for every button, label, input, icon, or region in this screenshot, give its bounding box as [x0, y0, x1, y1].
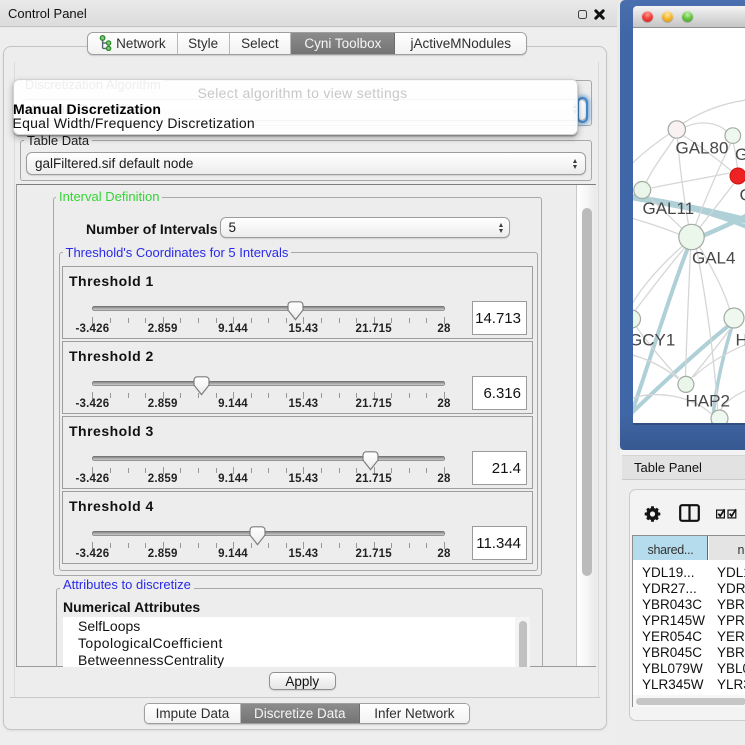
svg-text:GAL11: GAL11	[642, 199, 694, 218]
svg-text:GA: GA	[735, 145, 745, 164]
svg-text:C: C	[739, 186, 745, 205]
svg-text:GAL80: GAL80	[675, 139, 728, 158]
svg-text:GCY1: GCY1	[633, 331, 675, 350]
svg-text:GAL4: GAL4	[692, 249, 735, 268]
svg-text:H: H	[735, 331, 745, 350]
svg-text:HAP2: HAP2	[685, 392, 729, 411]
